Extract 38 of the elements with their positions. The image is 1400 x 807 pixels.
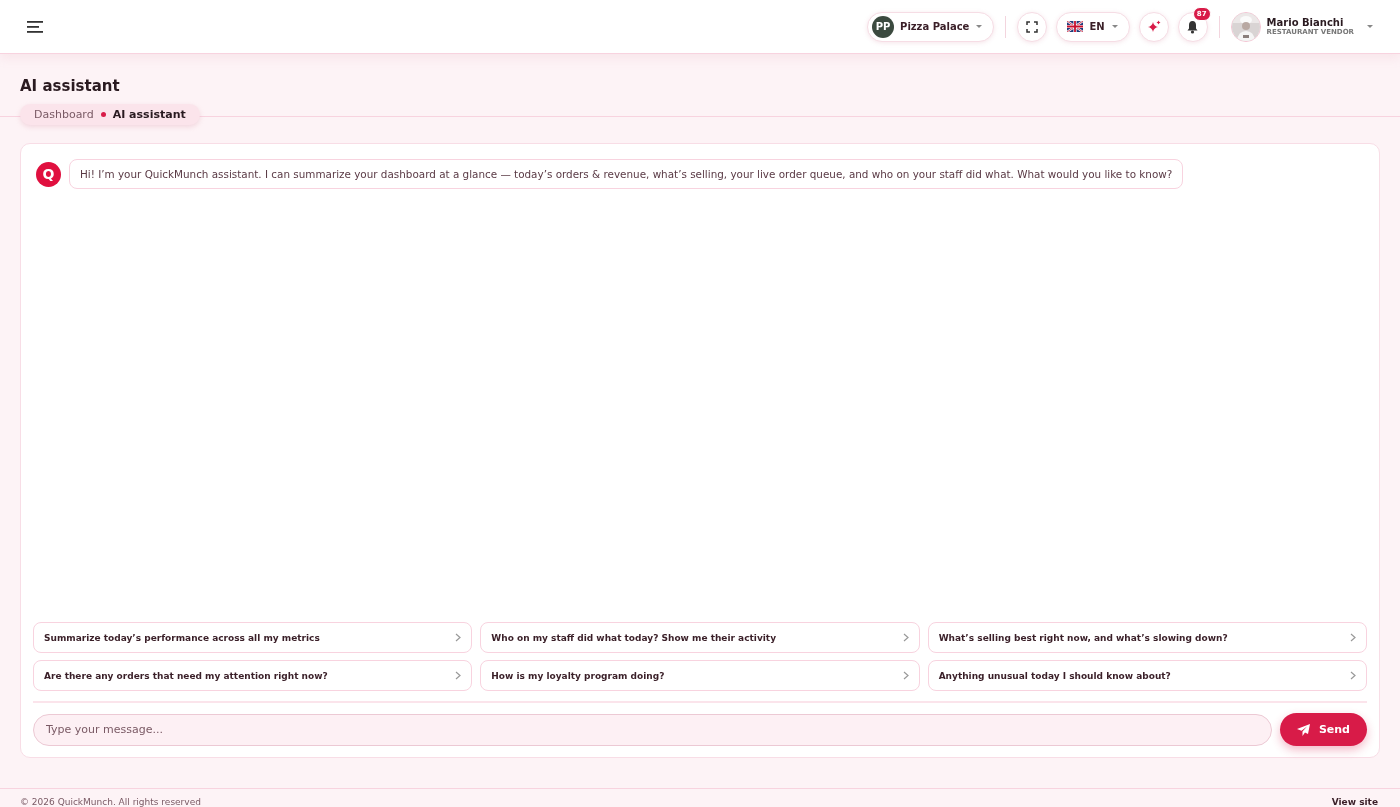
chevron-icon <box>1350 633 1356 642</box>
fullscreen-button[interactable] <box>1017 11 1048 42</box>
suggestion-button[interactable]: Summarize today’s performance across all my metrics <box>33 622 473 653</box>
suggestion-button[interactable]: Who on my staff did what today? Show me their activity <box>480 622 920 653</box>
separator-dot <box>100 112 106 117</box>
suggestion-button[interactable]: What’s selling best right now, and what’s slowing down? <box>927 622 1367 653</box>
chevron-icon <box>1350 671 1356 680</box>
user-name: Mario Bianchi <box>1266 17 1344 28</box>
fullscreen-icon <box>1026 20 1039 33</box>
breadcrumb-link[interactable]: Dashboard <box>34 108 94 121</box>
message-bubble: Hi! I’m your QuickMunch assistant. I can summarize your dashboard at a glance — today’s orders & revenue, what’s selling, your live order queue, and who on your staff did what. What would you like to know? <box>69 159 1184 189</box>
caret-icon <box>1110 24 1119 29</box>
page-title: AI assistant <box>20 77 121 95</box>
chevron-icon <box>455 633 462 642</box>
view-site-link[interactable]: View site <box>1331 797 1378 807</box>
language-code: EN <box>1089 21 1105 32</box>
bell-icon <box>1186 19 1200 34</box>
copyright-text: © 2026 QuickMunch. All rights reserved <box>20 797 201 807</box>
restaurant-name: Pizza Palace <box>900 21 970 32</box>
ai-button[interactable] <box>1138 11 1169 42</box>
suggestion-button[interactable]: Are there any orders that need my attention right now? <box>33 660 473 691</box>
paper-plane-icon <box>1296 723 1310 736</box>
suggestion-button[interactable]: How is my loyalty program doing? <box>480 660 920 691</box>
send-button[interactable]: Send <box>1279 713 1367 746</box>
message-input[interactable]: Type your message... <box>33 713 1272 746</box>
breadcrumb-link[interactable]: AI assistant <box>112 108 186 121</box>
chevron-icon <box>902 633 909 642</box>
restaurant-selector[interactable]: PP Pizza Palace <box>867 11 995 42</box>
suggestion-button[interactable]: Anything unusual today I should know about? <box>927 660 1367 691</box>
chevron-icon <box>455 671 462 680</box>
restaurant-initials: PP <box>872 15 895 38</box>
flag-icon <box>1067 21 1084 32</box>
language-selector[interactable]: EN <box>1056 11 1130 42</box>
chevron-icon <box>902 671 909 680</box>
menu-icon <box>27 20 43 33</box>
caret-icon <box>975 24 984 29</box>
assistant-avatar: Q <box>36 161 61 187</box>
caret-icon <box>1366 24 1374 29</box>
